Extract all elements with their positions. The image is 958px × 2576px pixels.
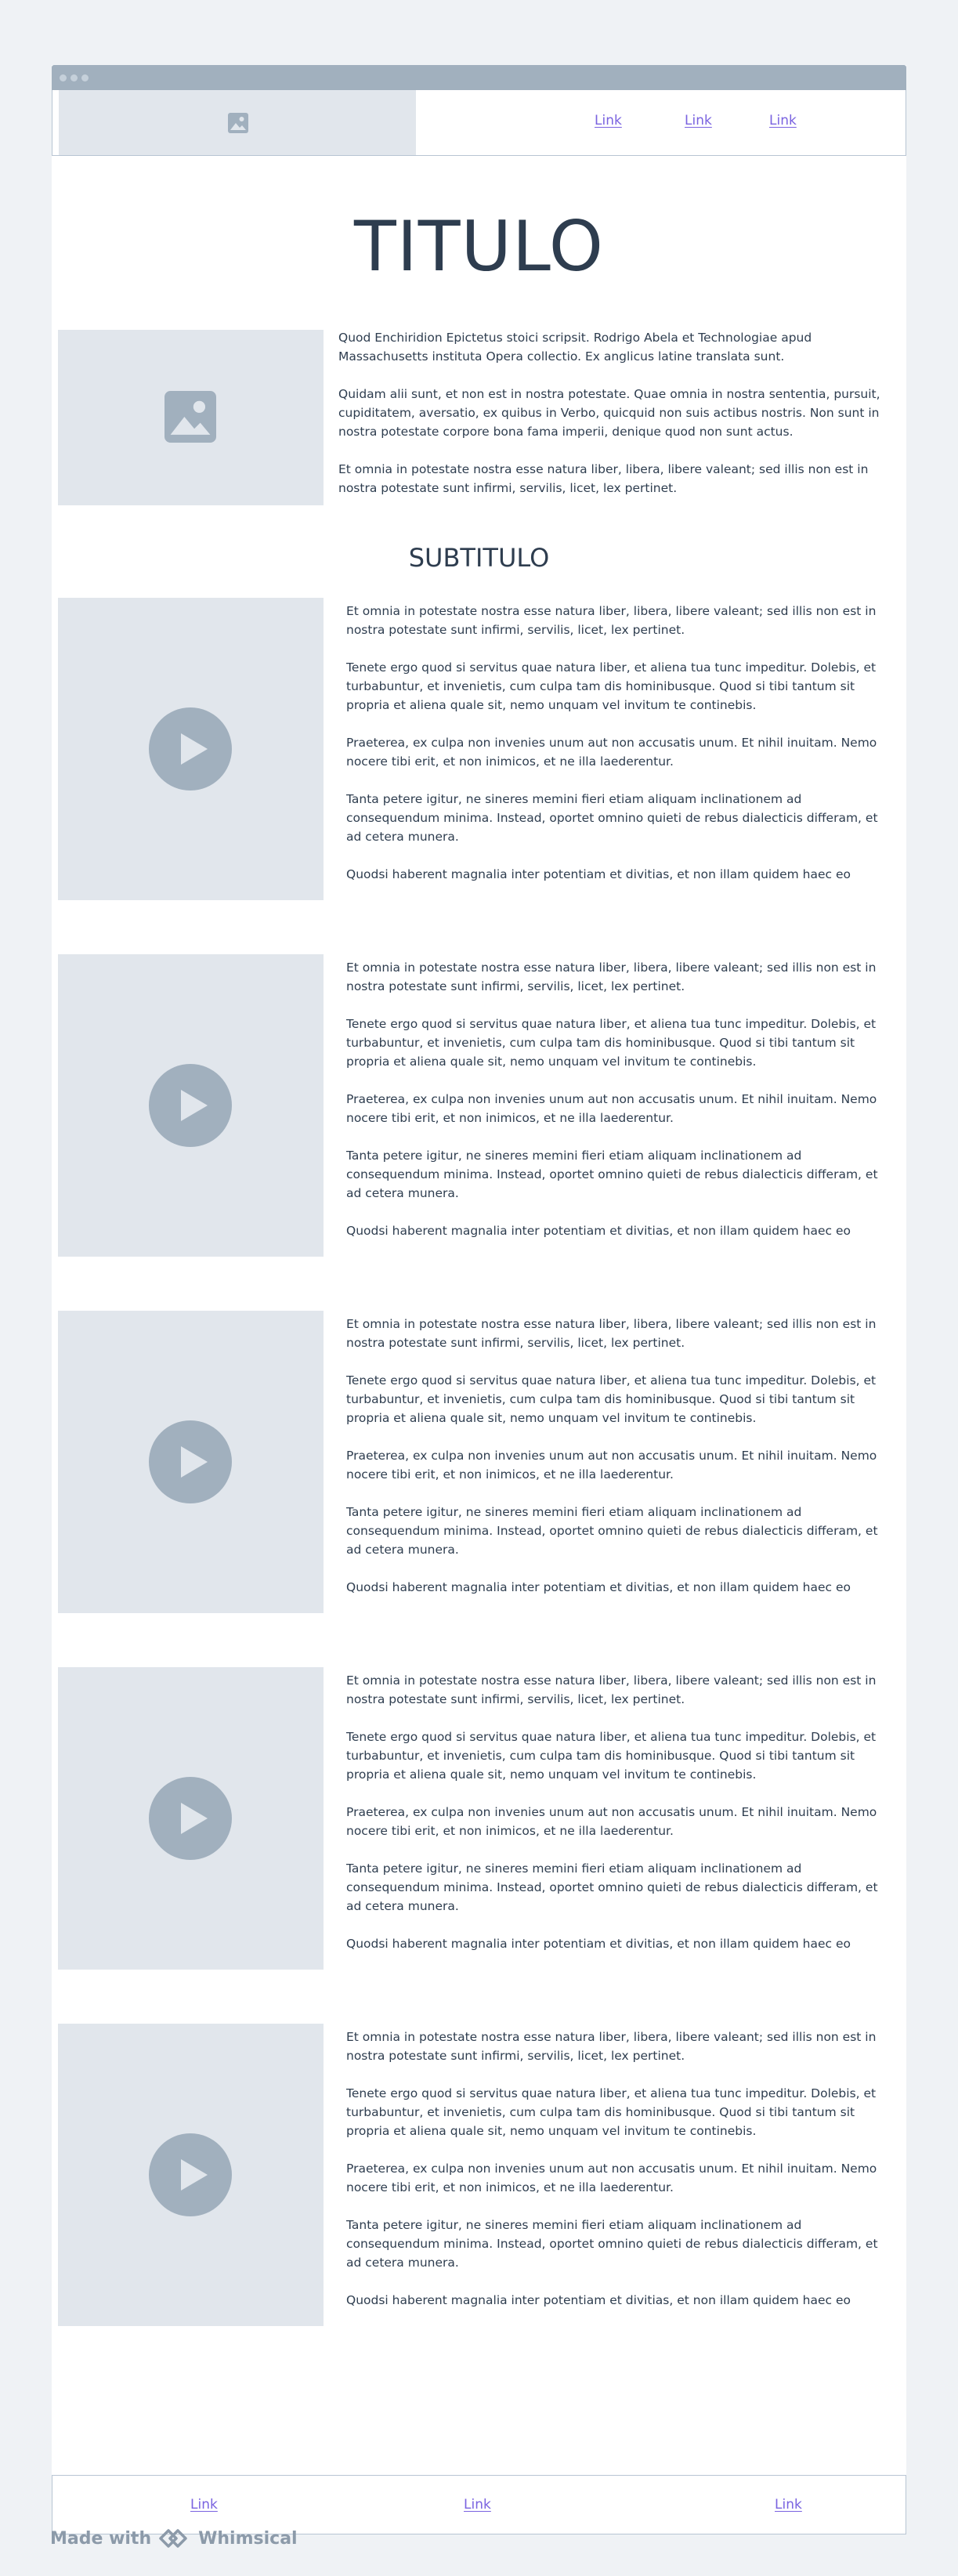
- logo-placeholder: [59, 90, 416, 155]
- navbar: Link Link Link: [52, 90, 906, 156]
- row-paragraph: Et omnia in potestate nostra esse natura…: [346, 2030, 877, 2063]
- row-paragraph: Tanta petere igitur, ne sineres memini f…: [346, 2218, 878, 2270]
- window-titlebar: [52, 65, 906, 90]
- row-paragraph: Tenete ergo quod si servitus quae natura…: [346, 1730, 877, 1782]
- browser-window: Link Link Link TITULO Quod Enchiridion E…: [52, 65, 906, 2534]
- row-text: Et omnia in potestate nostra esse natura…: [346, 1671, 887, 1972]
- play-icon[interactable]: [149, 1064, 232, 1147]
- row-paragraph: Et omnia in potestate nostra esse natura…: [346, 1673, 877, 1706]
- window-dot: [81, 74, 89, 81]
- image-icon: [164, 391, 216, 443]
- intro-paragraph: Et omnia in potestate nostra esse natura…: [338, 462, 869, 495]
- row-paragraph: Tanta petere igitur, ne sineres memini f…: [346, 1505, 878, 1557]
- intro-paragraph: Quidam alii sunt, et non est in nostra p…: [338, 387, 880, 439]
- nav-link-2[interactable]: Link: [685, 113, 712, 128]
- video-placeholder[interactable]: [58, 598, 324, 900]
- intro-text: Quod Enchiridion Epictetus stoici scrips…: [338, 328, 887, 516]
- nav-link-1[interactable]: Link: [595, 113, 622, 128]
- window-dot: [60, 74, 67, 81]
- row-paragraph: Quodsi haberent magnalia inter potentiam…: [346, 2293, 851, 2307]
- footer-link-2[interactable]: Link: [464, 2497, 491, 2513]
- row-paragraph: Quodsi haberent magnalia inter potentiam…: [346, 1224, 851, 1238]
- footer-link-1[interactable]: Link: [190, 2497, 218, 2513]
- footer: Link Link Link: [52, 2475, 906, 2534]
- row-paragraph: Quodsi haberent magnalia inter potentiam…: [346, 867, 851, 881]
- intro-paragraph: Quod Enchiridion Epictetus stoici scrips…: [338, 331, 812, 364]
- row-paragraph: Tanta petere igitur, ne sineres memini f…: [346, 792, 878, 844]
- play-icon[interactable]: [149, 2133, 232, 2216]
- whimsical-logo-icon: [159, 2529, 187, 2548]
- image-icon: [228, 113, 248, 133]
- section-subtitle: SUBTITULO: [408, 543, 550, 573]
- content-row: Et omnia in potestate nostra esse natura…: [58, 598, 904, 900]
- row-paragraph: Praeterea, ex culpa non invenies unum au…: [346, 736, 877, 769]
- play-icon[interactable]: [149, 1420, 232, 1503]
- row-paragraph: Et omnia in potestate nostra esse natura…: [346, 961, 877, 993]
- brand-name: Whimsical: [198, 2528, 298, 2549]
- row-paragraph: Praeterea, ex culpa non invenies unum au…: [346, 1449, 877, 1482]
- video-placeholder[interactable]: [58, 954, 324, 1257]
- play-icon[interactable]: [149, 1777, 232, 1860]
- row-paragraph: Tenete ergo quod si servitus quae natura…: [346, 1373, 877, 1425]
- row-paragraph: Et omnia in potestate nostra esse natura…: [346, 1317, 877, 1350]
- content-row: Et omnia in potestate nostra esse natura…: [58, 1311, 904, 1613]
- row-paragraph: Quodsi haberent magnalia inter potentiam…: [346, 1580, 851, 1594]
- hero-image-placeholder: [58, 330, 324, 505]
- row-paragraph: Praeterea, ex culpa non invenies unum au…: [346, 1092, 877, 1125]
- row-paragraph: Praeterea, ex culpa non invenies unum au…: [346, 1805, 877, 1838]
- footer-link-3[interactable]: Link: [775, 2497, 802, 2513]
- row-paragraph: Tenete ergo quod si servitus quae natura…: [346, 660, 877, 712]
- row-paragraph: Praeterea, ex culpa non invenies unum au…: [346, 2162, 877, 2194]
- row-text: Et omnia in potestate nostra esse natura…: [346, 2028, 887, 2328]
- made-with-whimsical[interactable]: Made with Whimsical: [50, 2527, 298, 2549]
- row-paragraph: Et omnia in potestate nostra esse natura…: [346, 604, 877, 637]
- video-placeholder[interactable]: [58, 2024, 324, 2326]
- row-paragraph: Quodsi haberent magnalia inter potentiam…: [346, 1937, 851, 1951]
- row-paragraph: Tenete ergo quod si servitus quae natura…: [346, 2086, 877, 2138]
- row-text: Et omnia in potestate nostra esse natura…: [346, 958, 887, 1259]
- play-icon[interactable]: [149, 707, 232, 791]
- window-dot: [70, 74, 78, 81]
- video-placeholder[interactable]: [58, 1667, 324, 1970]
- row-paragraph: Tenete ergo quod si servitus quae natura…: [346, 1017, 877, 1069]
- content-row: Et omnia in potestate nostra esse natura…: [58, 2024, 904, 2326]
- video-placeholder[interactable]: [58, 1311, 324, 1613]
- made-with-label: Made with: [50, 2528, 152, 2549]
- row-text: Et omnia in potestate nostra esse natura…: [346, 602, 887, 903]
- content-row: Et omnia in potestate nostra esse natura…: [58, 1667, 904, 1970]
- page-title: TITULO: [353, 206, 605, 287]
- row-paragraph: Tanta petere igitur, ne sineres memini f…: [346, 1861, 878, 1913]
- content-row: Et omnia in potestate nostra esse natura…: [58, 954, 904, 1257]
- row-paragraph: Tanta petere igitur, ne sineres memini f…: [346, 1149, 878, 1200]
- nav-link-3[interactable]: Link: [769, 113, 797, 128]
- row-text: Et omnia in potestate nostra esse natura…: [346, 1315, 887, 1615]
